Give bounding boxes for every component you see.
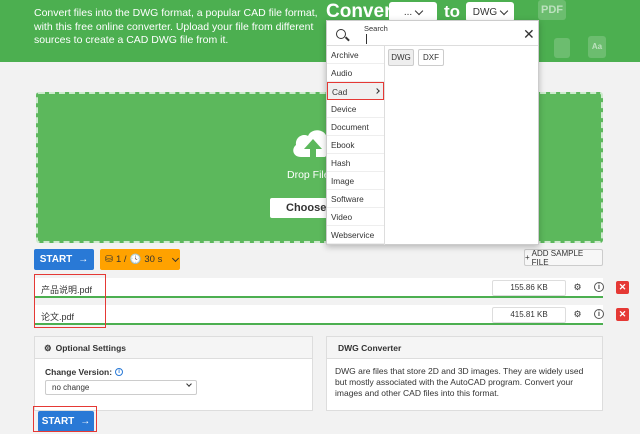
remove-file-icon[interactable]: ✕ (616, 308, 629, 321)
chevron-down-icon (499, 6, 509, 15)
chevron-down-icon (186, 381, 192, 387)
settings-icon[interactable]: ⚙ (571, 281, 584, 294)
plus-icon: + (525, 253, 530, 262)
from-format-select[interactable]: ... (389, 2, 437, 22)
file-name: 产品说明.pdf (41, 285, 93, 295)
file-row: 产品说明.pdf 155.86 KB ⚙ i ✕ (34, 278, 629, 298)
format-option-dwg[interactable]: DWG (388, 49, 414, 66)
search-label: Search (364, 24, 388, 33)
category-archive[interactable]: Archive (327, 46, 384, 64)
clock-icon: 🕓 (129, 254, 142, 265)
search-input[interactable] (366, 34, 367, 44)
converter-info-panel: DWG Converter DWG are files that store 2… (326, 336, 603, 411)
category-hash[interactable]: Hash (327, 154, 384, 172)
category-ebook[interactable]: Ebook (327, 136, 384, 154)
font-file-decoration-icon: Aa (588, 36, 606, 58)
format-dropdown: Search ✕ Archive Audio Cad Device Docume… (326, 20, 539, 245)
settings-icon[interactable]: ⚙ (571, 308, 584, 321)
category-cad[interactable]: Cad (327, 82, 384, 100)
change-version-select[interactable]: no change (45, 380, 197, 395)
close-icon[interactable]: ✕ (523, 27, 535, 41)
start-button[interactable]: START → (34, 249, 94, 270)
file-row: 论文.pdf 415.81 KB ⚙ i ✕ (34, 305, 629, 325)
version-value: no change (52, 383, 90, 392)
category-list: Archive Audio Cad Device Document Ebook … (327, 46, 385, 245)
category-video[interactable]: Video (327, 208, 384, 226)
file-size: 415.81 KB (492, 307, 566, 323)
info-icon[interactable]: i (594, 309, 604, 319)
search-icon (336, 29, 346, 39)
file-name: 论文.pdf (41, 312, 75, 322)
file-stack-icon: ⛁ (105, 254, 113, 265)
chevron-down-icon (414, 6, 424, 15)
format-option-dxf[interactable]: DXF (418, 49, 444, 66)
limit-info-button[interactable]: ⛁ 1 / 🕓 30 s (100, 249, 180, 270)
chevron-down-icon (172, 254, 180, 262)
info-icon[interactable]: i (594, 282, 604, 292)
to-label: to (444, 2, 461, 21)
start-label: START (39, 254, 73, 265)
start-label: START (41, 416, 75, 427)
category-audio[interactable]: Audio (327, 64, 384, 82)
gear-icon: ⚙ (44, 343, 52, 353)
converter-info-header: DWG Converter (327, 337, 602, 359)
pdf-decoration-icon: PDF (538, 0, 566, 20)
info-icon[interactable]: i (115, 368, 124, 376)
file-size: 155.86 KB (492, 280, 566, 296)
file-limit-text: 1 / (115, 254, 127, 265)
add-sample-file-button[interactable]: + ADD SAMPLE FILE (524, 248, 603, 267)
category-software[interactable]: Software (327, 190, 384, 208)
change-version-label: Change Version: i (45, 367, 124, 377)
from-format-value: ... (403, 6, 413, 18)
category-device[interactable]: Device (327, 100, 384, 118)
converter-description: DWG are files that store 2D and 3D image… (335, 366, 584, 398)
add-sample-label: ADD SAMPLE FILE (531, 248, 584, 267)
header-description: Convert files into the DWG format, a pop… (34, 7, 318, 46)
time-limit-text: 30 s (144, 254, 163, 265)
header: Convert files into the DWG format, a pop… (0, 0, 640, 62)
arrow-right-icon: → (80, 416, 91, 427)
category-webservice[interactable]: Webservice (327, 226, 384, 244)
category-cad-label: Cad (332, 87, 348, 97)
optional-settings-header: ⚙ Optional Settings (35, 337, 312, 359)
file-decoration-icon (554, 38, 570, 58)
category-image[interactable]: Image (327, 172, 384, 190)
change-version-text: Change Version: (45, 367, 113, 377)
optional-settings-panel: ⚙ Optional Settings Change Version: i no… (34, 336, 313, 411)
format-options: DWG DXF (388, 49, 444, 66)
to-format-select[interactable]: DWG (466, 2, 514, 22)
optional-settings-title: Optional Settings (55, 343, 126, 353)
start-button-bottom[interactable]: START → (38, 411, 94, 432)
category-document[interactable]: Document (327, 118, 384, 136)
arrow-right-icon: → (78, 254, 89, 265)
chevron-right-icon (374, 88, 380, 94)
remove-file-icon[interactable]: ✕ (616, 281, 629, 294)
to-format-value: DWG (472, 6, 498, 18)
